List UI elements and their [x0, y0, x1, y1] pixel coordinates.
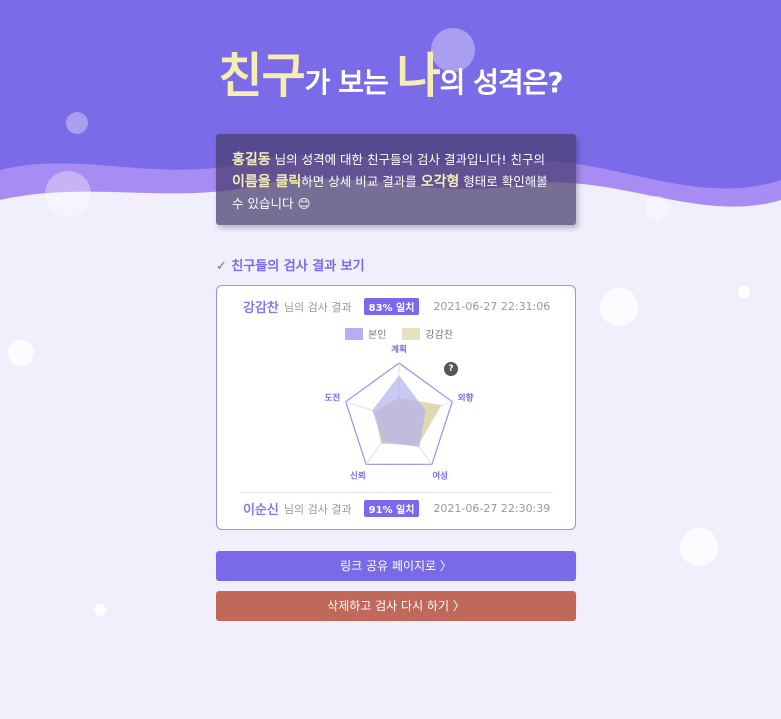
decor-bubble — [738, 286, 750, 298]
results-card: 강감찬 님의 검사 결과 83% 일치 2021-06-27 22:31:06 … — [216, 285, 576, 530]
radar-axis-label: 외향 — [458, 392, 474, 403]
notice-text: 하면 상세 비교 결과를 — [301, 174, 421, 189]
decor-bubble — [8, 340, 34, 366]
page-title: 친구가 보는 나의 성격은? — [0, 36, 781, 106]
share-link-button[interactable]: 링크 공유 페이지로 〉 — [216, 551, 576, 581]
section-title: ✓ 친구들의 검사 결과 보기 — [216, 259, 365, 274]
radar-axis-label: 도전 — [325, 392, 341, 403]
smile-emoji-icon: 😊 — [297, 196, 311, 211]
radar-chart: 계획외향여성 신뢰 도전 — [325, 344, 474, 482]
radar-axis-label: 여성 — [432, 471, 448, 482]
decor-bubble — [94, 604, 106, 616]
notice-box: 홍길동 님의 성격에 대한 친구들의 검사 결과입니다! 친구의 이름을 클릭하… — [216, 134, 576, 225]
result-datetime: 2021-06-27 22:30:39 — [433, 502, 551, 515]
user-name: 홍길동 — [232, 152, 271, 168]
radar-axis-label: 계획 — [391, 344, 407, 355]
decor-bubble — [600, 288, 638, 326]
title-text: 가 보는 — [304, 66, 397, 99]
notice-text: 님의 성격에 대한 친구들의 검사 결과입니다! 친구의 — [270, 152, 545, 167]
friend-name-link[interactable]: 이순신 — [243, 499, 279, 518]
help-icon[interactable]: ? — [444, 362, 458, 376]
decor-bubble — [45, 171, 91, 217]
match-badge: 91% 일치 — [363, 500, 420, 517]
title-me: 나 — [396, 48, 440, 104]
title-text-end: 의 성격은? — [439, 66, 564, 99]
result-suffix: 님의 검사 결과 — [283, 502, 352, 516]
result-row-1: 이순신 님의 검사 결과 91% 일치 2021-06-27 22:30:39 — [243, 499, 550, 518]
notice-highlight: 이름을 클릭 — [232, 174, 302, 190]
title-friend: 친구 — [218, 48, 305, 104]
divider — [241, 492, 553, 493]
decor-bubble — [680, 528, 718, 566]
delete-retry-button[interactable]: 삭제하고 검사 다시 하기 〉 — [216, 591, 576, 621]
radar-axis-label: 신뢰 — [350, 471, 366, 482]
notice-highlight: 오각형 — [420, 174, 460, 190]
decor-bubble — [645, 196, 669, 220]
decor-bubble — [66, 112, 88, 134]
